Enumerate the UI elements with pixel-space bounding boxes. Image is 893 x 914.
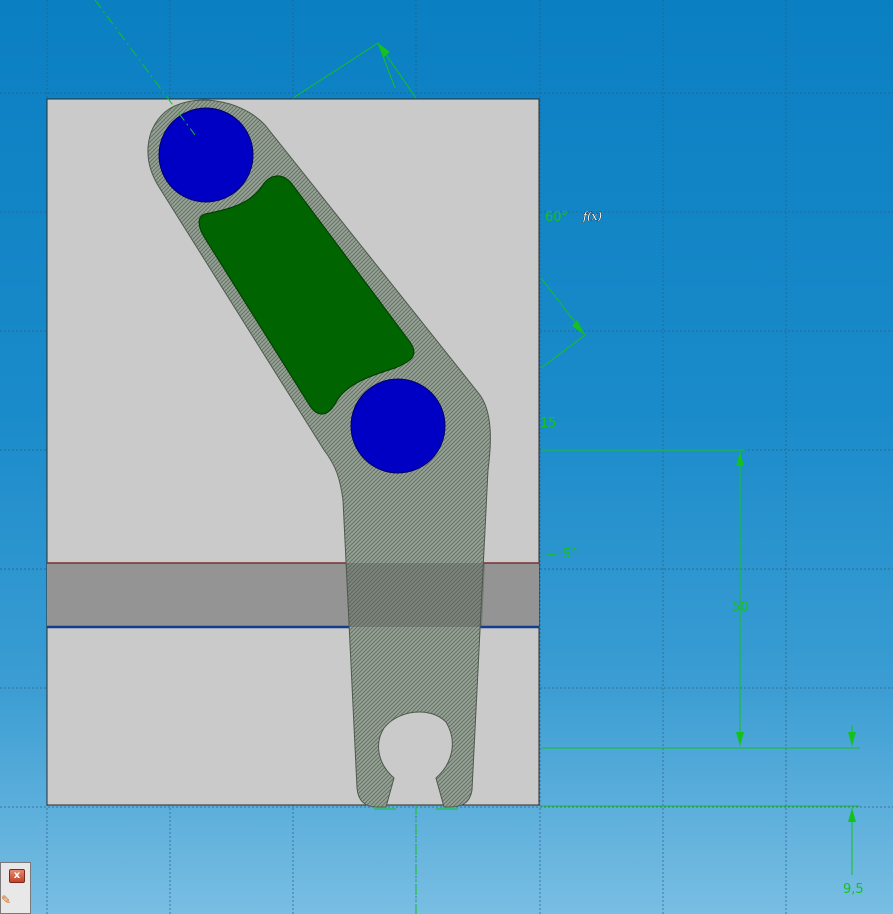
band-overlap bbox=[346, 563, 485, 627]
formula-cursor-icon: f(x) bbox=[582, 210, 602, 223]
mini-panel: x ✎ bbox=[0, 862, 31, 914]
hole-middle[interactable] bbox=[350, 378, 446, 474]
angle-dimension-mid[interactable]: 15 bbox=[540, 416, 557, 431]
close-button[interactable]: x bbox=[9, 869, 25, 883]
angle-dimension-small[interactable]: 5° bbox=[563, 547, 578, 562]
tool-icon[interactable]: ✎ bbox=[1, 893, 15, 907]
hole-top[interactable] bbox=[158, 107, 254, 203]
cad-viewport[interactable]: 60° 15 5° 50 9,5 f(x) x ✎ bbox=[0, 0, 893, 914]
length-dimension-bottom[interactable]: 9,5 bbox=[843, 882, 864, 897]
length-dimension-vertical[interactable]: 50 bbox=[732, 600, 749, 615]
drawing-canvas[interactable]: 60° 15 5° 50 9,5 f(x) bbox=[0, 0, 893, 914]
angle-dimension-top[interactable]: 60° bbox=[545, 210, 568, 225]
